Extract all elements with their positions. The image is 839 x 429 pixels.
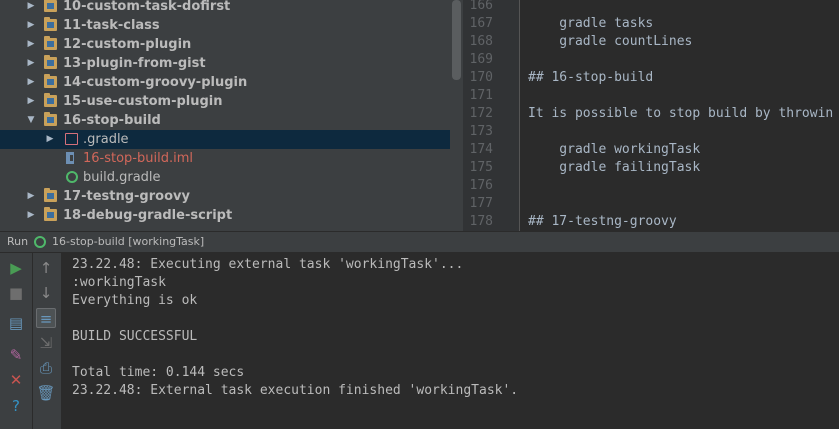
tree-item-label: build.gradle — [83, 170, 161, 185]
gradle-file-icon — [66, 171, 78, 183]
line-number: 167 — [469, 16, 493, 31]
tree-item-15-use-custom-plugin[interactable]: ▶ 15-use-custom-plugin — [0, 92, 450, 111]
tree-item-label: 16-stop-build.iml — [83, 151, 193, 166]
tree-item-label: 18-debug-gradle-script — [63, 208, 233, 223]
tree-item-dot-gradle[interactable]: ▶ .gradle — [0, 130, 450, 149]
line-number: 169 — [469, 52, 493, 67]
module-folder-icon — [44, 17, 57, 31]
code-line: ## 17-testng-groovy — [528, 214, 677, 229]
run-console[interactable]: 23.22.48: Executing external task 'worki… — [62, 253, 839, 429]
module-folder-icon — [44, 36, 57, 50]
chevron-right-icon[interactable]: ▶ — [45, 130, 55, 149]
soft-wrap-icon[interactable]: ≡ — [36, 308, 56, 328]
console-line: :workingTask — [72, 275, 166, 290]
module-folder-icon — [44, 112, 57, 126]
pin-icon[interactable]: ✎ — [6, 345, 26, 365]
tree-item-label: 14-custom-groovy-plugin — [63, 75, 248, 90]
tree-item-18-debug-gradle-script[interactable]: ▶ 18-debug-gradle-script — [0, 206, 450, 225]
chevron-down-icon[interactable]: ▼ — [26, 111, 36, 130]
tree-item-10-custom-task-dofirst[interactable]: ▶ 10-custom-task-dofirst — [0, 0, 450, 16]
run-label: Run — [7, 235, 29, 248]
console-line: 23.22.48: Executing external task 'worki… — [72, 257, 464, 272]
module-folder-icon — [44, 74, 57, 88]
module-folder-icon — [44, 188, 57, 202]
line-number: 175 — [469, 160, 493, 175]
line-number: 168 — [469, 34, 493, 49]
excluded-folder-icon — [65, 133, 78, 145]
tree-item-label: 11-task-class — [63, 18, 160, 33]
tree-item-14-custom-groovy-plugin[interactable]: ▶ 14-custom-groovy-plugin — [0, 73, 450, 92]
gradle-icon — [34, 236, 46, 248]
code-line: gradle countLines — [528, 34, 693, 49]
line-number: 171 — [469, 88, 493, 103]
iml-file-icon — [66, 152, 74, 164]
run-toolbar-right: ↑ ↓ ≡ ⇲ ⎙ 🗑 — [33, 253, 62, 429]
run-tool-window-header: Run 16-stop-build [workingTask] — [0, 231, 839, 253]
tree-item-13-plugin-from-gist[interactable]: ▶ 13-plugin-from-gist — [0, 54, 450, 73]
console-line: Total time: 0.144 secs — [72, 365, 245, 380]
module-folder-icon — [44, 93, 57, 107]
arrow-down-icon[interactable]: ↓ — [36, 283, 56, 303]
scroll-to-end-icon[interactable]: ⇲ — [36, 333, 56, 353]
tree-item-label: 17-testng-groovy — [63, 189, 190, 204]
chevron-right-icon[interactable]: ▶ — [26, 206, 36, 225]
print-icon[interactable]: ⎙ — [36, 358, 56, 378]
code-line: It is possible to stop build by throwin — [528, 106, 834, 121]
tree-item-label: 10-custom-task-dofirst — [63, 0, 231, 14]
tree-item-iml-file[interactable]: 16-stop-build.iml — [0, 149, 450, 168]
chevron-right-icon[interactable]: ▶ — [26, 16, 36, 35]
module-folder-icon — [44, 207, 57, 221]
run-toolbar-left: ▶ ■ ▤ ✎ ✕? — [0, 253, 33, 429]
console-line: Everything is ok — [72, 293, 198, 308]
line-number: 176 — [469, 178, 493, 193]
chevron-right-icon[interactable]: ▶ — [26, 187, 36, 206]
line-number: 178 — [469, 214, 493, 229]
line-number: 177 — [469, 196, 493, 211]
run-configuration-tab[interactable]: 16-stop-build [workingTask] — [52, 232, 204, 252]
run-icon[interactable]: ▶ — [6, 258, 26, 278]
module-folder-icon — [44, 55, 57, 69]
tree-scrollbar[interactable] — [452, 0, 461, 80]
trash-icon[interactable]: 🗑 — [36, 383, 56, 403]
module-folder-icon — [44, 0, 57, 12]
tree-item-label: 16-stop-build — [63, 113, 161, 128]
line-number: 174 — [469, 142, 493, 157]
line-number: 170 — [469, 70, 493, 85]
chevron-right-icon[interactable]: ▶ — [26, 73, 36, 92]
code-line: ## 16-stop-build — [528, 70, 654, 85]
line-number: 172 — [469, 106, 493, 121]
line-number: 166 — [469, 0, 493, 13]
arrow-up-icon[interactable]: ↑ — [36, 258, 56, 278]
editor-gutter: 166 167 168 169 170 171 172 173 174 175 176 177 178 — [463, 0, 520, 231]
tree-item-label: 13-plugin-from-gist — [63, 56, 206, 71]
tree-item-label: 15-use-custom-plugin — [63, 94, 223, 109]
console-line: 23.22.48: External task execution finish… — [72, 383, 519, 398]
line-number: 173 — [469, 124, 493, 139]
chevron-right-icon[interactable]: ▶ — [26, 0, 36, 16]
stop-icon[interactable]: ■ — [6, 283, 26, 303]
code-line: gradle workingTask — [528, 142, 701, 157]
tree-item-12-custom-plugin[interactable]: ▶ 12-custom-plugin — [0, 35, 450, 54]
console-line: BUILD SUCCESSFUL — [72, 329, 198, 344]
tree-item-label: 12-custom-plugin — [63, 37, 192, 52]
code-line: gradle failingTask — [528, 160, 701, 175]
code-line: gradle tasks — [528, 16, 654, 31]
chevron-right-icon[interactable]: ▶ — [26, 35, 36, 54]
help-icon[interactable]: ? — [6, 396, 26, 416]
project-tree: ▶ 10-custom-task-dofirst ▶ 11-task-class… — [0, 0, 463, 231]
tree-item-11-task-class[interactable]: ▶ 11-task-class — [0, 16, 450, 35]
tree-item-17-testng-groovy[interactable]: ▶ 17-testng-groovy — [0, 187, 450, 206]
layout-icon[interactable]: ▤ — [6, 313, 26, 333]
tree-item-label: .gradle — [83, 132, 129, 147]
close-icon[interactable]: ✕ — [6, 370, 26, 390]
tree-item-16-stop-build[interactable]: ▼ 16-stop-build — [0, 111, 450, 130]
tree-item-build-gradle[interactable]: build.gradle — [0, 168, 450, 187]
chevron-right-icon[interactable]: ▶ — [26, 54, 36, 73]
chevron-right-icon[interactable]: ▶ — [26, 92, 36, 111]
editor-text-area[interactable]: gradle tasks gradle countLines ## 16-stop… — [520, 0, 839, 231]
